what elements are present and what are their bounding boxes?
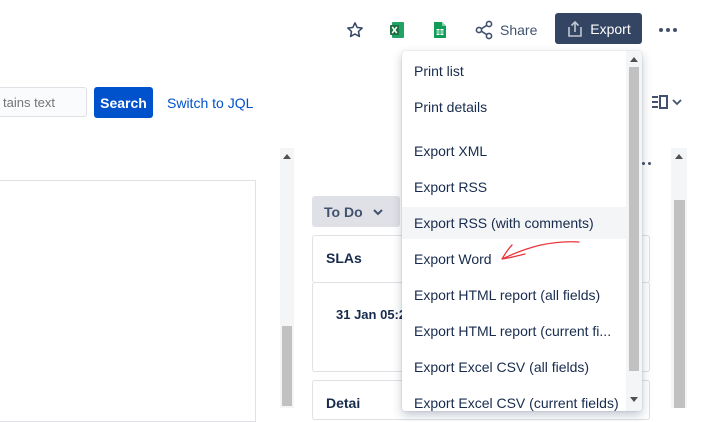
export-dropdown-menu: Print list Print details Export XML Expo… [402, 51, 642, 411]
search-button[interactable]: Search [94, 87, 153, 118]
menu-scroll-down-icon[interactable] [630, 397, 638, 402]
annotation-arrow-icon [501, 241, 580, 260]
share-label: Share [500, 22, 538, 38]
menu-scroll-thumb[interactable] [629, 67, 639, 371]
menu-item-export-rss-comments[interactable]: Export RSS (with comments) [402, 207, 626, 239]
sla-date: 31 Jan 05:2 [336, 307, 407, 322]
share-button[interactable]: Share [474, 16, 537, 44]
menu-item-export-html-all[interactable]: Export HTML report (all fields) [402, 279, 626, 311]
menu-item-export-rss[interactable]: Export RSS [402, 171, 626, 203]
menu-item-export-excel-current[interactable]: Export Excel CSV (current fields) [402, 387, 626, 411]
star-icon[interactable] [341, 16, 369, 44]
menu-item-export-excel-all[interactable]: Export Excel CSV (all fields) [402, 351, 626, 383]
list-scroll-thumb[interactable] [282, 326, 292, 406]
chevron-down-icon [672, 98, 682, 106]
details-title: Detai [326, 395, 361, 411]
export-button[interactable]: Export [555, 13, 642, 44]
menu-scroll-up-icon[interactable] [630, 57, 638, 62]
more-icon[interactable] [656, 16, 680, 44]
share-icon [474, 20, 494, 40]
excel-icon[interactable] [383, 16, 411, 44]
chevron-down-icon [372, 208, 383, 216]
export-icon [566, 20, 584, 38]
search-input[interactable] [0, 87, 87, 117]
issue-list-panel [0, 180, 256, 422]
status-label: To Do [324, 203, 363, 220]
export-label: Export [590, 20, 631, 37]
sla-title: SLAs [326, 250, 362, 266]
menu-item-export-html-current[interactable]: Export HTML report (current fi... [402, 315, 626, 347]
view-toggle[interactable] [652, 95, 682, 109]
menu-item-print-details[interactable]: Print details [402, 91, 626, 123]
scroll-up-arrow-icon[interactable] [675, 154, 683, 159]
detail-scroll-thumb[interactable] [674, 200, 685, 408]
menu-item-export-xml[interactable]: Export XML [402, 135, 626, 167]
list-view-icon [652, 95, 668, 109]
status-dropdown-button[interactable]: To Do [312, 196, 400, 227]
scroll-up-arrow-icon[interactable] [283, 154, 291, 159]
menu-item-print-list[interactable]: Print list [402, 55, 626, 87]
sheets-icon[interactable] [426, 16, 454, 44]
switch-to-jql-link[interactable]: Switch to JQL [167, 95, 253, 111]
